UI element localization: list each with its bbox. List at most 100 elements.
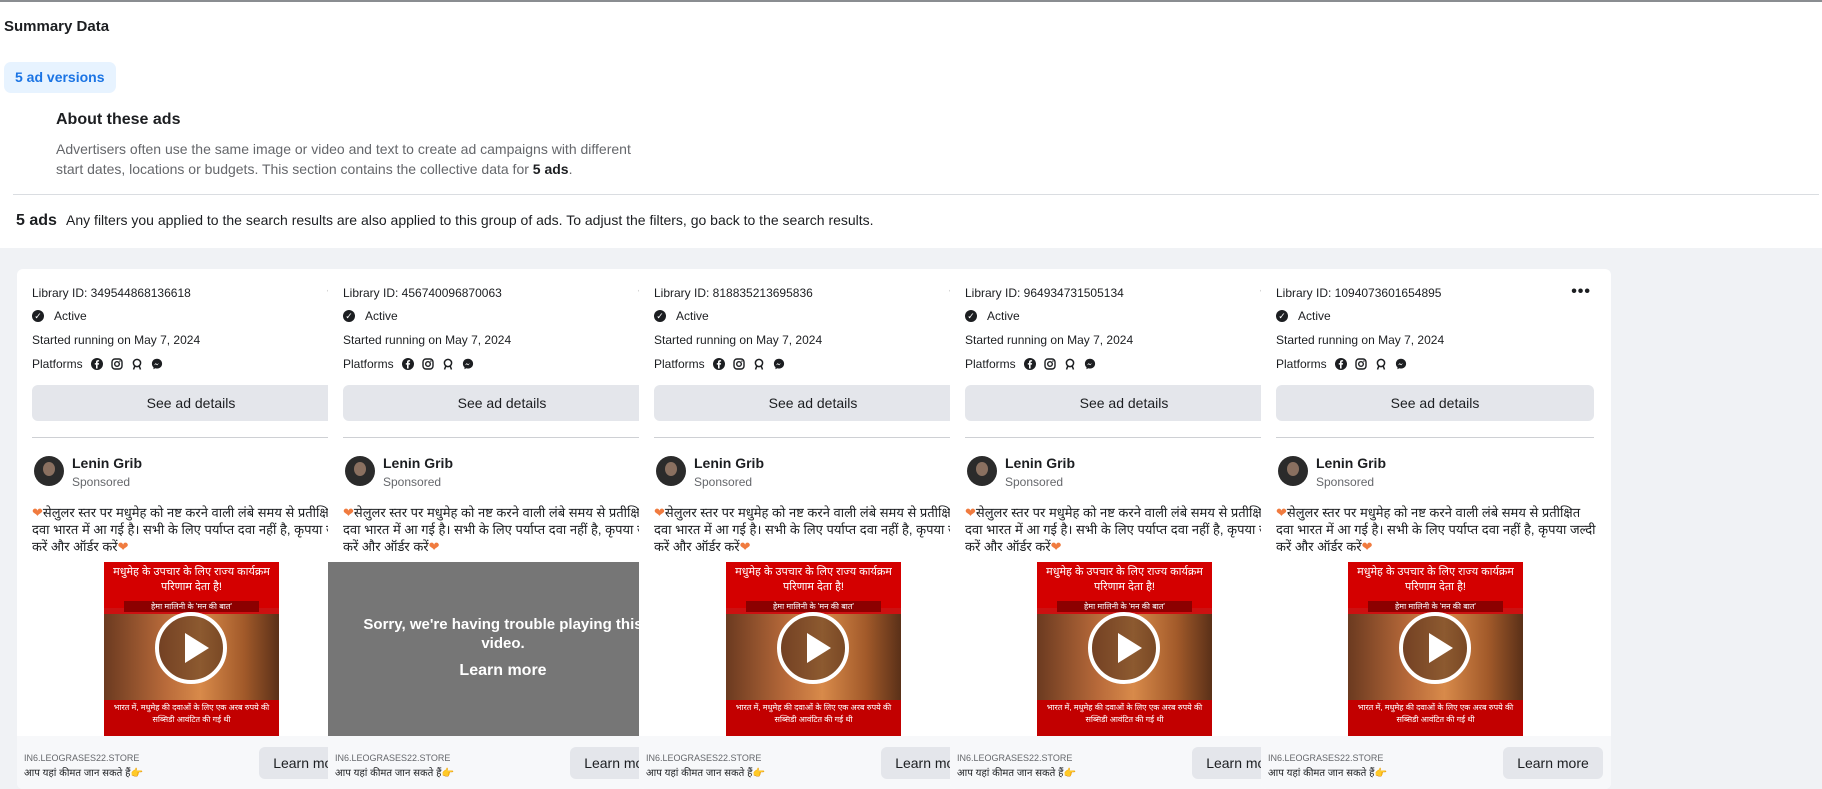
thumbnail-footer-text: भारत में, मधुमेह की दवाओं के लिए एक अरब … (1037, 700, 1212, 736)
link-caption[interactable]: आप यहां कीमत जान सकते हैं👉 (646, 765, 765, 779)
more-options-icon[interactable]: ••• (1571, 283, 1591, 301)
link-domain[interactable]: IN6.LEOGRASES22.STORE (335, 753, 450, 763)
sponsored-label: Sponsored (1316, 475, 1375, 489)
see-ad-details-button[interactable]: See ad details (965, 385, 1283, 421)
avatar[interactable] (967, 456, 997, 486)
library-id: Library ID: 1094073601654895 (1276, 286, 1442, 300)
link-domain[interactable]: IN6.LEOGRASES22.STORE (1268, 753, 1383, 763)
instagram-icon (732, 358, 745, 370)
status-row: ✓ Active (32, 309, 87, 323)
ad-card-4: Library ID: 964934731505134 ••• ✓ Active… (950, 269, 1300, 789)
started-running: Started running on May 7, 2024 (654, 333, 823, 347)
link-caption[interactable]: आप यहां कीमत जान सकते हैं👉 (335, 765, 454, 779)
ad-body-copy: सेलुलर स्तर पर मधुमेह को नष्ट करने वाली … (32, 505, 352, 554)
advertiser-name[interactable]: Lenin Grib (72, 455, 142, 471)
card-divider (32, 437, 350, 438)
ad-versions-badge[interactable]: 5 ad versions (4, 62, 116, 93)
heart-icon: ❤ (1050, 539, 1062, 554)
sponsored-label: Sponsored (383, 475, 442, 489)
card-divider (343, 437, 661, 438)
check-circle-icon: ✓ (654, 310, 666, 322)
avatar[interactable] (34, 456, 64, 486)
heart-icon: ❤ (32, 505, 43, 520)
play-icon[interactable] (155, 612, 227, 684)
platforms-row: Platforms (343, 357, 482, 371)
link-domain[interactable]: IN6.LEOGRASES22.STORE (646, 753, 761, 763)
see-ad-details-button[interactable]: See ad details (654, 385, 972, 421)
ad-body-copy: सेलुलर स्तर पर मधुमेह को नष्ट करने वाली … (965, 505, 1285, 554)
video-thumbnail[interactable]: मधुमेह के उपचार के लिए राज्य कार्यक्रम प… (1037, 562, 1212, 736)
status-row: ✓ Active (965, 309, 1020, 323)
instagram-icon (421, 358, 434, 370)
link-caption[interactable]: आप यहां कीमत जान सकते हैं👉 (957, 765, 1076, 779)
card-divider (1276, 437, 1594, 438)
video-thumbnail[interactable]: मधुमेह के उपचार के लिए राज्य कार्यक्रम प… (104, 562, 279, 736)
instagram-icon (1043, 358, 1056, 370)
see-ad-details-button[interactable]: See ad details (343, 385, 661, 421)
see-ad-details-button[interactable]: See ad details (32, 385, 350, 421)
ad-body-text: ❤सेलुलर स्तर पर मधुमेह को नष्ट करने वाली… (965, 504, 1285, 555)
thumbnail-subheadline: हेमा मालिनी के 'मन की बात' (124, 601, 259, 612)
library-id: Library ID: 349544868136618 (32, 286, 191, 300)
facebook-icon (90, 358, 103, 370)
about-text-line-2: start dates, locations or budgets. This … (56, 161, 529, 177)
play-icon[interactable] (1399, 612, 1471, 684)
started-running: Started running on May 7, 2024 (1276, 333, 1445, 347)
learn-more-button[interactable]: Learn more (1503, 747, 1603, 779)
messenger-icon (462, 358, 473, 370)
thumbnail-footer-text: भारत में, मधुमेह की दवाओं के लिए एक अरब … (726, 700, 901, 736)
advertiser-name[interactable]: Lenin Grib (383, 455, 453, 471)
play-icon[interactable] (1088, 612, 1160, 684)
library-id: Library ID: 964934731505134 (965, 286, 1124, 300)
check-circle-icon: ✓ (32, 310, 44, 322)
platforms-row: Platforms (32, 357, 171, 371)
ad-body-text: ❤सेलुलर स्तर पर मधुमेह को नष्ट करने वाली… (654, 504, 974, 555)
status-row: ✓ Active (343, 309, 398, 323)
video-thumbnail[interactable]: मधुमेह के उपचार के लिए राज्य कार्यक्रम प… (1348, 562, 1523, 736)
ad-footer: IN6.LEOGRASES22.STORE आप यहां कीमत जान स… (17, 736, 367, 789)
ad-body-text: ❤सेलुलर स्तर पर मधुमेह को नष्ट करने वाली… (343, 504, 663, 555)
sponsored-label: Sponsored (694, 475, 753, 489)
link-domain[interactable]: IN6.LEOGRASES22.STORE (957, 753, 1072, 763)
avatar[interactable] (345, 456, 375, 486)
results-count-line: 5 ads Any filters you applied to the sea… (16, 212, 874, 230)
advertiser-name[interactable]: Lenin Grib (1005, 455, 1075, 471)
ad-footer: IN6.LEOGRASES22.STORE आप यहां कीमत जान स… (328, 736, 678, 789)
about-text: Advertisers often use the same image or … (56, 139, 666, 179)
thumbnail-footer-text: भारत में, मधुमेह की दवाओं के लिए एक अरब … (104, 700, 279, 736)
messenger-icon (1395, 358, 1406, 370)
heart-icon: ❤ (117, 539, 129, 554)
advertiser-name[interactable]: Lenin Grib (694, 455, 764, 471)
video-error: Sorry, we're having trouble playing this… (328, 562, 678, 736)
platforms-label: Platforms (654, 357, 705, 371)
video-error-learn-more-link[interactable]: Learn more (328, 662, 678, 680)
advertiser-name[interactable]: Lenin Grib (1316, 455, 1386, 471)
ad-body-text: ❤सेलुलर स्तर पर मधुमेह को नष्ट करने वाली… (1276, 504, 1596, 555)
thumbnail-subheadline: हेमा मालिनी के 'मन की बात' (1368, 601, 1503, 612)
sponsored-label: Sponsored (72, 475, 131, 489)
platforms-label: Platforms (1276, 357, 1327, 371)
ad-footer: IN6.LEOGRASES22.STORE आप यहां कीमत जान स… (639, 736, 989, 789)
started-running: Started running on May 7, 2024 (32, 333, 201, 347)
avatar[interactable] (1278, 456, 1308, 486)
audience-network-icon (443, 358, 453, 370)
video-thumbnail[interactable]: मधुमेह के उपचार के लिए राज्य कार्यक्रम प… (726, 562, 901, 736)
see-ad-details-button[interactable]: See ad details (1276, 385, 1594, 421)
instagram-icon (110, 358, 123, 370)
about-text-end: . (568, 161, 573, 177)
started-running: Started running on May 7, 2024 (343, 333, 512, 347)
link-caption[interactable]: आप यहां कीमत जान सकते हैं👉 (1268, 765, 1387, 779)
thumbnail-subheadline: हेमा मालिनी के 'मन की बात' (746, 601, 881, 612)
avatar[interactable] (656, 456, 686, 486)
link-domain[interactable]: IN6.LEOGRASES22.STORE (24, 753, 139, 763)
ad-card-3: Library ID: 818835213695836 ••• ✓ Active… (639, 269, 989, 789)
check-circle-icon: ✓ (965, 310, 977, 322)
heart-icon: ❤ (1276, 505, 1287, 520)
play-icon[interactable] (777, 612, 849, 684)
platforms-row: Platforms (654, 357, 793, 371)
thumbnail-footer-text: भारत में, मधुमेह की दवाओं के लिए एक अरब … (1348, 700, 1523, 736)
platforms-row: Platforms (1276, 357, 1415, 371)
audience-network-icon (754, 358, 764, 370)
status-label: Active (54, 309, 87, 323)
link-caption[interactable]: आप यहां कीमत जान सकते हैं👉 (24, 765, 143, 779)
